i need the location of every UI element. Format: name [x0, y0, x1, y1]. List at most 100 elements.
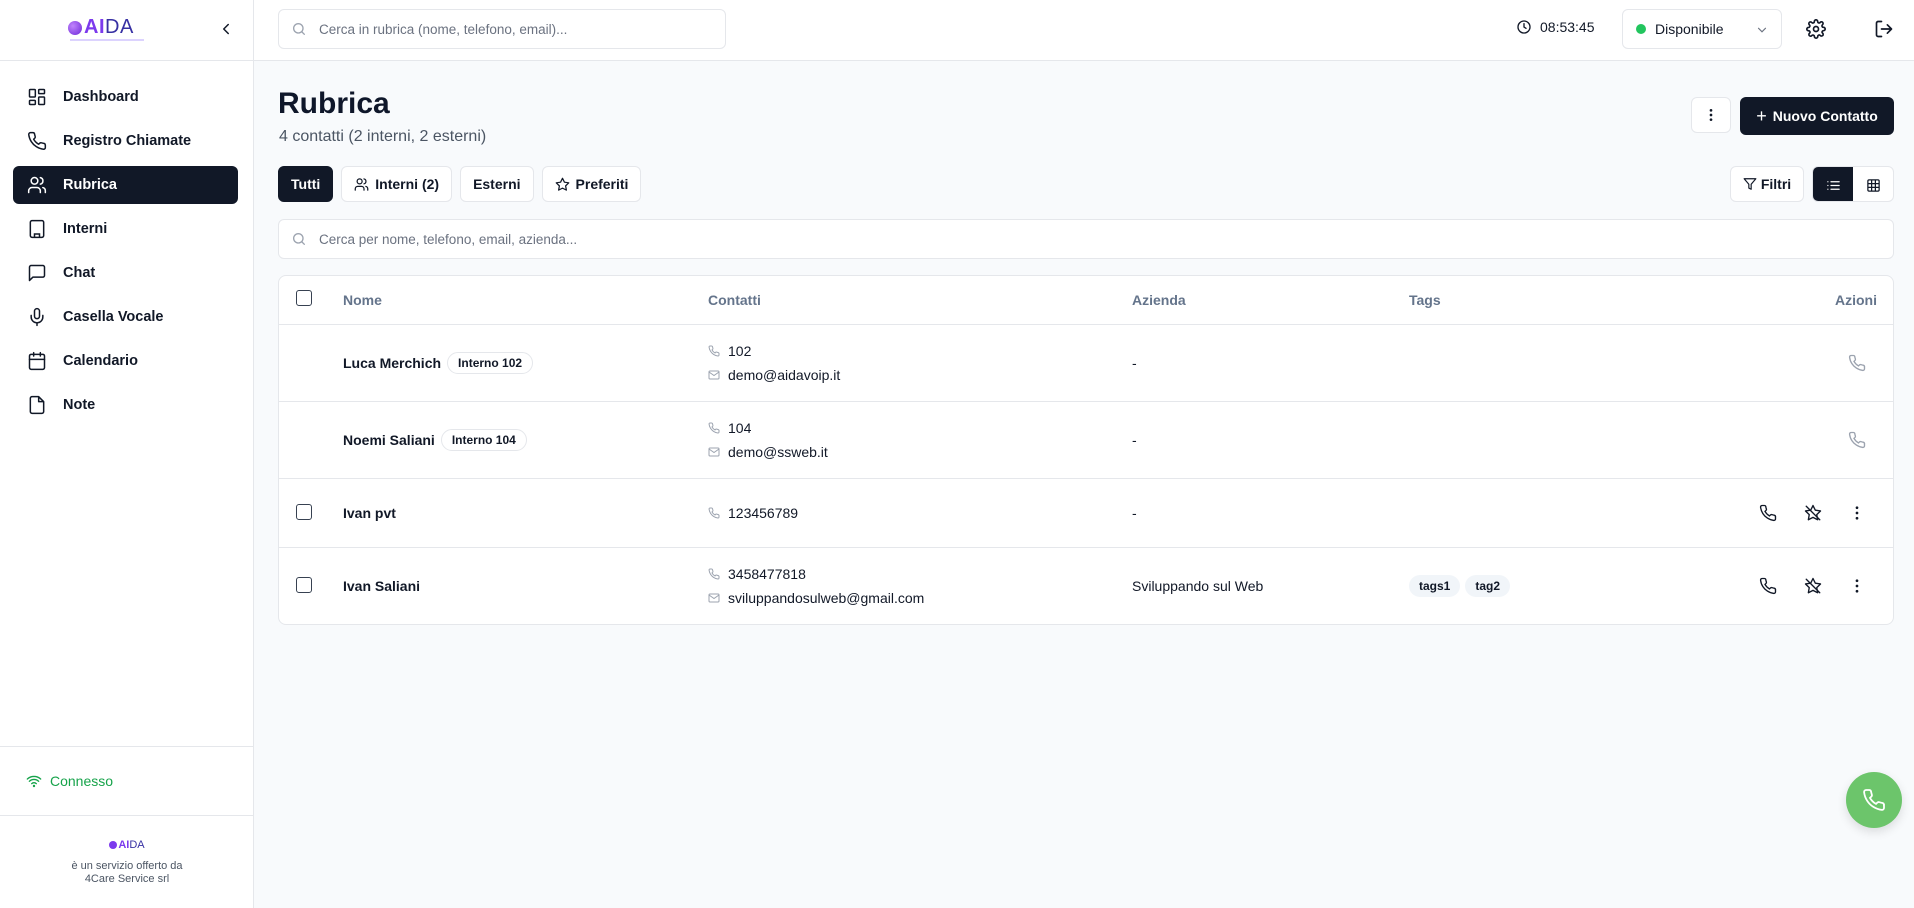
settings-button[interactable]: [1806, 19, 1826, 39]
footer-brand: AI DA è un servizio offerto da 4Care Serv…: [0, 836, 254, 886]
column-header-contatti: Contatti: [708, 292, 761, 308]
contact-company: Sviluppando sul Web: [1132, 578, 1264, 594]
logo-mark-icon: [109, 841, 118, 849]
chevron-down-icon: [1757, 27, 1767, 33]
contact-search[interactable]: [278, 219, 1894, 259]
logo-tagline: [70, 39, 144, 41]
tab-interni[interactable]: Interni (2): [341, 166, 453, 202]
mic-icon: [30, 307, 44, 327]
star-off-icon: [1804, 577, 1822, 594]
app-logo[interactable]: AIDA: [68, 16, 134, 39]
logo-bar: AIDA: [0, 0, 253, 61]
sidebar-item-registro-chiamate[interactable]: Registro Chiamate: [13, 122, 238, 160]
tab-preferiti[interactable]: Preferiti: [541, 166, 642, 202]
phone-icon: [1848, 431, 1866, 449]
page-subtitle: 4 contatti (2 interni, 2 esterni): [279, 128, 487, 145]
more-options-button[interactable]: [1691, 97, 1731, 133]
extension-badge: Interno 102: [447, 352, 534, 374]
table-row[interactable]: Luca Merchich Interno 102 102 demo@aidav…: [279, 325, 1893, 402]
contact-name: Ivan pvt: [343, 505, 396, 521]
sidebar-item-dashboard[interactable]: Dashboard: [13, 78, 238, 116]
contact-tags: tags1 tag2: [1409, 575, 1515, 597]
sidebar-item-label: Note: [63, 397, 96, 413]
contact-search-input[interactable]: [319, 231, 1819, 247]
users-icon: [27, 176, 47, 194]
more-vertical-icon: [1709, 109, 1713, 121]
row-menu-button[interactable]: [1848, 504, 1866, 522]
page-title: Rubrica: [278, 87, 390, 120]
call-button[interactable]: [1848, 431, 1866, 449]
phone-icon: [708, 568, 720, 580]
sidebar: AIDA Dashboard Registro Chiamate Rubrica…: [0, 0, 254, 908]
column-header-nome: Nome: [343, 292, 382, 308]
footer-logo: AI DA: [109, 839, 145, 851]
contact-company: -: [1132, 505, 1137, 521]
footer-text: è un servizio offerto da 4Care Service s…: [71, 860, 183, 885]
tab-tutti[interactable]: Tutti: [278, 166, 334, 202]
select-all-checkbox[interactable]: [296, 290, 312, 306]
table-row[interactable]: Ivan Saliani 3458477818 sviluppandosulwe…: [279, 548, 1893, 624]
mail-icon: [708, 593, 720, 603]
topbar: 08:53:45 Disponibile: [254, 0, 1914, 61]
contact-phone: 3458477818: [728, 566, 806, 582]
list-view-button[interactable]: [1813, 167, 1853, 201]
phone-icon: [1759, 577, 1777, 595]
column-header-tags: Tags: [1409, 292, 1441, 308]
sidebar-item-label: Calendario: [63, 353, 138, 369]
contact-phone: 104: [728, 420, 752, 436]
availability-select[interactable]: Disponibile: [1622, 9, 1782, 49]
phone-icon: [708, 345, 720, 357]
new-contact-label: Nuovo Contatto: [1772, 108, 1878, 124]
phone-icon: [708, 507, 720, 519]
clock-icon: [1517, 20, 1531, 34]
call-button[interactable]: [1848, 354, 1866, 372]
plus-icon: +: [1756, 106, 1767, 126]
sidebar-item-calendario[interactable]: Calendario: [13, 342, 238, 380]
more-vertical-icon: [1855, 579, 1859, 593]
sidebar-item-casella-vocale[interactable]: Casella Vocale: [13, 298, 238, 336]
mail-icon: [708, 370, 720, 380]
contact-company: -: [1132, 355, 1137, 371]
table-row[interactable]: Ivan pvt 123456789 -: [279, 479, 1893, 548]
table-row[interactable]: Noemi Saliani Interno 104 104 demo@ssweb…: [279, 402, 1893, 479]
row-checkbox[interactable]: [296, 577, 312, 593]
availability-value: Disponibile: [1655, 21, 1724, 37]
call-button[interactable]: [1759, 504, 1777, 522]
logout-icon: [1875, 20, 1893, 38]
users-icon: [354, 177, 369, 191]
search-icon: [293, 233, 305, 245]
filters-button[interactable]: Filtri: [1730, 166, 1804, 202]
more-vertical-icon: [1855, 506, 1859, 520]
sidebar-item-rubrica[interactable]: Rubrica: [13, 166, 238, 204]
global-search-input[interactable]: [319, 21, 699, 37]
global-search[interactable]: [278, 9, 726, 49]
collapse-sidebar-button[interactable]: [217, 20, 235, 38]
extension-badge: Interno 104: [440, 429, 527, 451]
remove-favorite-button[interactable]: [1804, 504, 1822, 522]
sidebar-item-interni[interactable]: Interni: [13, 210, 238, 248]
view-toggle: [1812, 166, 1894, 202]
contact-name: Luca Merchich Interno 102: [343, 352, 534, 374]
contact-details: 123456789: [708, 501, 798, 525]
new-contact-button[interactable]: + Nuovo Contatto: [1740, 97, 1894, 135]
contact-email: demo@ssweb.it: [728, 444, 828, 460]
logout-button[interactable]: [1874, 19, 1894, 39]
sidebar-item-chat[interactable]: Chat: [13, 254, 238, 292]
sidebar-item-label: Dashboard: [63, 89, 139, 105]
call-button[interactable]: [1759, 577, 1777, 595]
contact-company: -: [1132, 432, 1137, 448]
tag-badge[interactable]: tag2: [1465, 575, 1511, 597]
tab-esterni[interactable]: Esterni: [460, 166, 534, 202]
tag-badge[interactable]: tags1: [1409, 575, 1461, 597]
row-menu-button[interactable]: [1848, 577, 1866, 595]
dialer-fab-button[interactable]: [1846, 772, 1902, 828]
contact-name: Noemi Saliani Interno 104: [343, 429, 527, 451]
phone-icon: [708, 422, 720, 434]
chevron-left-icon: [223, 23, 229, 35]
remove-favorite-button[interactable]: [1804, 577, 1822, 595]
sidebar-item-note[interactable]: Note: [13, 386, 238, 424]
row-checkbox[interactable]: [296, 504, 312, 520]
table-header: Nome Contatti Azienda Tags Azioni: [279, 276, 1893, 325]
filter-icon: [1743, 178, 1757, 190]
grid-view-button[interactable]: [1853, 167, 1893, 201]
